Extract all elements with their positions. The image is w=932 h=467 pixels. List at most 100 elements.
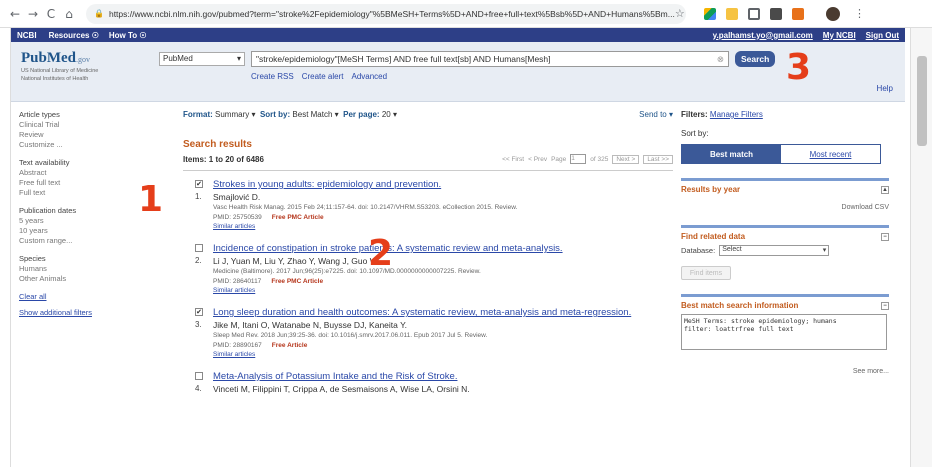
similar-articles-link[interactable]: Similar articles (213, 287, 673, 294)
create-alert-link[interactable]: Create alert (302, 72, 344, 81)
result-item: 4. Meta-Analysis of Potassium Intake and… (183, 371, 673, 394)
see-more-link[interactable]: See more... (681, 368, 889, 375)
gallery-extension-icon[interactable] (770, 7, 782, 20)
filter-10-years[interactable]: 10 years (19, 226, 149, 236)
tab-most-recent[interactable]: Most recent (781, 145, 880, 163)
ncbi-bar: NCBI Resources ☉ How To ☉ y.palhamst.yo@… (11, 28, 905, 42)
result-title-link[interactable]: Meta-Analysis of Potassium Intake and th… (213, 371, 673, 382)
results-panel: Format: Summary ▾ Sort by: Best Match ▾ … (183, 110, 673, 407)
scrollbar-thumb[interactable] (917, 56, 927, 146)
bookmark-star-icon[interactable]: ☆ (675, 7, 685, 20)
collapse-icon[interactable]: − (881, 301, 889, 310)
collapse-icon[interactable]: − (881, 232, 889, 241)
url-text: https://www.ncbi.nlm.nih.gov/pubmed?term… (108, 8, 675, 19)
reload-icon[interactable]: C (42, 5, 60, 23)
help-link[interactable]: Help (877, 84, 893, 93)
filter-humans[interactable]: Humans (19, 264, 149, 274)
tool-extension-icon[interactable] (792, 7, 804, 20)
clear-all-link[interactable]: Clear all (19, 292, 149, 302)
pager: << First < Prev Page 1 of 325 Next > Las… (502, 154, 673, 164)
search-query: "stroke/epidemiology"[MeSH Terms] AND fr… (256, 54, 551, 64)
filter-review[interactable]: Review (19, 130, 149, 140)
result-item: ✔ 3. Long sleep duration and health outc… (183, 307, 673, 358)
home-icon[interactable]: ⌂ (60, 5, 78, 23)
result-title-link[interactable]: Incidence of constipation in stroke pati… (213, 243, 673, 254)
webpage: NCBI Resources ☉ How To ☉ y.palhamst.yo@… (10, 28, 905, 467)
result-number: 4. (195, 384, 202, 393)
result-checkbox[interactable] (195, 372, 203, 380)
forward-icon[interactable]: → (24, 5, 42, 23)
drive-extension-icon[interactable] (704, 7, 716, 20)
screen-extension-icon[interactable] (748, 7, 760, 20)
tab-best-match[interactable]: Best match (682, 145, 781, 163)
scrollbar[interactable] (910, 28, 932, 467)
sign-out-link[interactable]: Sign Out (866, 31, 899, 40)
find-items-button[interactable]: Find items (681, 266, 731, 280)
profile-avatar[interactable] (826, 6, 840, 21)
search-button[interactable]: Search (735, 51, 776, 67)
more-menu-icon[interactable]: ⋮ (854, 7, 865, 20)
free-article-badge[interactable]: Free Article (272, 342, 308, 349)
search-input[interactable]: "stroke/epidemiology"[MeSH Terms] AND fr… (251, 51, 729, 67)
back-icon[interactable]: ← (6, 5, 24, 23)
result-title-link[interactable]: Strokes in young adults: epidemiology an… (213, 179, 673, 190)
search-details-textarea[interactable]: MeSH Terms: stroke epidemiology; humans … (681, 314, 887, 350)
my-ncbi-link[interactable]: My NCBI (823, 31, 856, 40)
sort-dropdown[interactable]: Best Match ▾ (292, 110, 338, 119)
database-dropdown[interactable]: Select ▾ (719, 245, 830, 256)
download-csv-link[interactable]: Download CSV (681, 204, 889, 211)
filter-customize[interactable]: Customize ... (19, 140, 149, 150)
similar-articles-link[interactable]: Similar articles (213, 351, 673, 358)
first-page-link[interactable]: << First (502, 156, 524, 163)
results-toolbar: Format: Summary ▾ Sort by: Best Match ▾ … (183, 110, 673, 119)
free-article-badge[interactable]: Free PMC Article (271, 278, 323, 285)
filter-free-full-text[interactable]: Free full text (19, 178, 149, 188)
format-dropdown[interactable]: Summary ▾ (215, 110, 255, 119)
next-page-button[interactable]: Next > (612, 154, 640, 164)
results-heading: Search results (183, 139, 252, 150)
page-number-input[interactable]: 1 (570, 154, 587, 164)
advanced-link[interactable]: Advanced (351, 72, 387, 81)
result-authors: Vinceti M, Filippini T, Crippa A, de Ses… (213, 384, 470, 394)
filter-custom-range[interactable]: Custom range... (19, 236, 149, 246)
filter-clinical-trial[interactable]: Clinical Trial (19, 120, 149, 130)
result-checkbox[interactable]: ✔ (195, 180, 203, 188)
filters-label: Filters: (681, 110, 708, 119)
result-number: 3. (195, 320, 202, 329)
resources-menu[interactable]: Resources ☉ (49, 31, 99, 40)
prev-page-link[interactable]: < Prev (528, 156, 547, 163)
manage-filters-link[interactable]: Manage Filters (710, 110, 763, 119)
result-checkbox[interactable] (195, 244, 203, 252)
pubmed-header: PubMed.gov US National Library of Medici… (11, 42, 905, 102)
perpage-dropdown[interactable]: 20 ▾ (382, 110, 397, 119)
filter-abstract[interactable]: Abstract (19, 168, 149, 178)
database-select[interactable]: PubMed ▾ (159, 52, 245, 66)
result-checkbox[interactable]: ✔ (195, 308, 203, 316)
filter-other-animals[interactable]: Other Animals (19, 274, 149, 284)
free-article-badge[interactable]: Free PMC Article (272, 214, 324, 221)
filter-group-title: Species (19, 254, 46, 263)
clear-icon[interactable]: ⊗ (717, 54, 724, 64)
result-item: 2. Incidence of constipation in stroke p… (183, 243, 673, 294)
lock-icon: 🔒 (94, 9, 104, 18)
address-bar[interactable]: 🔒 https://www.ncbi.nlm.nih.gov/pubmed?te… (86, 3, 686, 24)
annotation-1: 1 (138, 179, 164, 220)
similar-articles-link[interactable]: Similar articles (213, 223, 673, 230)
find-related-panel: Find related data − Database: Select ▾ Fin… (681, 225, 889, 280)
nih-subtitle: National Institutes of Health (21, 76, 89, 82)
howto-menu[interactable]: How To ☉ (109, 31, 147, 40)
create-rss-link[interactable]: Create RSS (251, 72, 294, 81)
collapse-icon[interactable]: ▲ (881, 185, 889, 194)
result-authors: Jike M, Itani O, Watanabe N, Buysse DJ, … (213, 320, 408, 330)
last-page-button[interactable]: Last >> (643, 154, 673, 164)
ncbi-logo[interactable]: NCBI (17, 31, 37, 40)
panel-title: Best match search information (681, 301, 799, 310)
pubmed-logo[interactable]: PubMed.gov US National Library of Medici… (21, 50, 98, 83)
filter-full-text[interactable]: Full text (19, 188, 149, 198)
filter-5-years[interactable]: 5 years (19, 216, 149, 226)
show-additional-filters-link[interactable]: Show additional filters (19, 308, 149, 318)
send-to-dropdown[interactable]: Send to ▾ (639, 110, 673, 119)
folder-extension-icon[interactable] (726, 7, 738, 20)
result-title-link[interactable]: Long sleep duration and health outcomes:… (213, 307, 673, 318)
user-email-link[interactable]: y.palhamst.yo@gmail.com (713, 31, 813, 40)
